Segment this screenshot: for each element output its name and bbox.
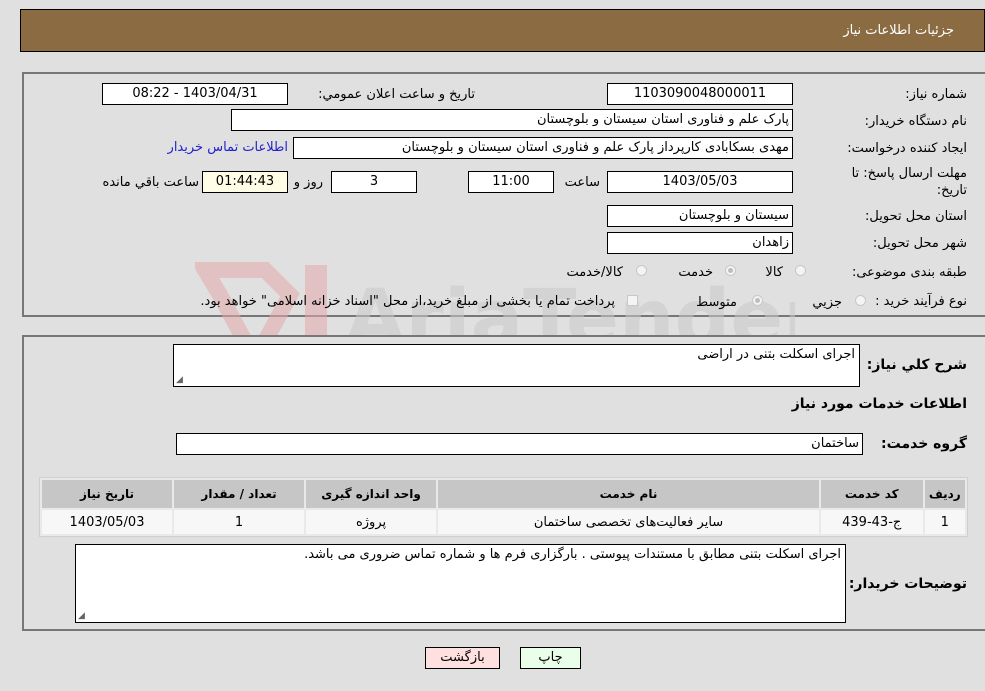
cell-service-code: ج-43-439 — [820, 510, 923, 534]
general-desc-text: اجرای اسکلت بتنی در اراضی — [697, 347, 855, 362]
city-label: شهر محل تحویل: — [872, 236, 967, 251]
deadline-time-field: 11:00 — [468, 171, 554, 193]
col-header-service-code: کد خدمت — [820, 480, 923, 508]
buyer-notes-textarea[interactable]: اجرای اسکلت بتنی مطابق با مستندات پیوستی… — [75, 544, 846, 623]
purchase-medium-label: متوسط — [696, 295, 737, 310]
cell-quantity: 1 — [174, 510, 305, 534]
category-service-radio[interactable] — [725, 265, 736, 276]
purchase-type-label: نوع فرآیند خرید : — [875, 294, 967, 309]
cell-service-name: سایر فعالیت‌های تخصصی ساختمان — [438, 510, 819, 534]
buyer-notes-label: توضیحات خریدار: — [848, 576, 967, 592]
col-header-quantity: تعداد / مقدار — [174, 480, 305, 508]
buyer-notes-text: اجرای اسکلت بتنی مطابق با مستندات پیوستی… — [304, 547, 841, 562]
need-number-label: شماره نیاز: — [905, 87, 967, 102]
category-goods-label: کالا — [765, 265, 783, 280]
days-label: روز و — [293, 175, 323, 190]
requester-label: ایجاد کننده درخواست: — [847, 141, 967, 156]
requester-field: مهدی بسکابادی کارپرداز پارک علم و فناوری… — [293, 137, 793, 159]
buyer-contact-link[interactable]: اطلاعات تماس خریدار — [168, 140, 288, 155]
services-table: ردیف کد خدمت نام خدمت واحد اندازه گیری ت… — [39, 477, 968, 537]
resize-grip-icon[interactable]: ◢ — [176, 376, 183, 385]
treasury-checkbox[interactable] — [627, 295, 638, 306]
category-goods-service-label: کالا/خدمت — [566, 265, 623, 280]
cell-need-date: 1403/05/03 — [42, 510, 173, 534]
announce-datetime-field: 1403/04/31 - 08:22 — [102, 83, 288, 105]
table-header-row: ردیف کد خدمت نام خدمت واحد اندازه گیری ت… — [42, 480, 965, 508]
cell-unit: پروژه — [306, 510, 437, 534]
category-goods-radio[interactable] — [795, 265, 806, 276]
time-remaining-field: 01:44:43 — [202, 171, 288, 193]
deadline-time-label: ساعت — [564, 175, 600, 190]
purchase-medium-radio[interactable] — [752, 295, 763, 306]
time-remaining-label: ساعت باقي مانده — [102, 175, 199, 190]
print-button[interactable]: چاپ — [520, 647, 581, 669]
page-header: جزئيات اطلاعات نیاز — [20, 9, 985, 52]
table-row: 1 ج-43-439 سایر فعالیت‌های تخصصی ساختمان… — [42, 510, 965, 534]
category-label: طبقه بندی موضوعی: — [851, 265, 967, 280]
deadline-label: مهلت ارسال پاسخ: تا تاریخ: — [851, 166, 967, 198]
province-label: استان محل تحویل: — [865, 209, 967, 224]
page-title: جزئيات اطلاعات نیاز — [843, 23, 954, 38]
need-number-field: 1103090048000011 — [607, 83, 793, 105]
general-desc-label: شرح كلي نياز: — [866, 357, 967, 373]
col-header-row-number: ردیف — [924, 480, 965, 508]
province-field: سیستان و بلوچستان — [607, 205, 793, 227]
col-header-unit: واحد اندازه گیری — [306, 480, 437, 508]
services-section-title: اطلاعات خدمات مورد نیاز — [791, 396, 967, 412]
category-service-label: خدمت — [678, 265, 713, 280]
buyer-org-field: پارک علم و فناوری استان سیستان و بلوچستا… — [231, 109, 793, 131]
col-header-need-date: تاریخ نیاز — [42, 480, 173, 508]
buyer-org-label: نام دستگاه خریدار: — [864, 114, 967, 129]
days-remaining-field: 3 — [331, 171, 417, 193]
treasury-note: پرداخت تمام یا بخشی از مبلغ خرید،از محل … — [200, 294, 615, 309]
service-group-field: ساختمان — [176, 433, 863, 455]
col-header-service-name: نام خدمت — [438, 480, 819, 508]
city-field: زاهدان — [607, 232, 793, 254]
service-group-label: گروه خدمت: — [881, 436, 967, 452]
cell-row-number: 1 — [924, 510, 965, 534]
category-goods-service-radio[interactable] — [636, 265, 647, 276]
announce-datetime-label: تاريخ و ساعت اعلان عمومي: — [318, 87, 475, 102]
back-button[interactable]: بازگشت — [425, 647, 500, 669]
resize-grip-icon[interactable]: ◢ — [78, 612, 85, 621]
deadline-date-field: 1403/05/03 — [607, 171, 793, 193]
purchase-minor-label: جزيي — [812, 295, 842, 310]
purchase-minor-radio[interactable] — [855, 295, 866, 306]
general-desc-textarea[interactable]: اجرای اسکلت بتنی در اراضی ◢ — [173, 344, 860, 387]
